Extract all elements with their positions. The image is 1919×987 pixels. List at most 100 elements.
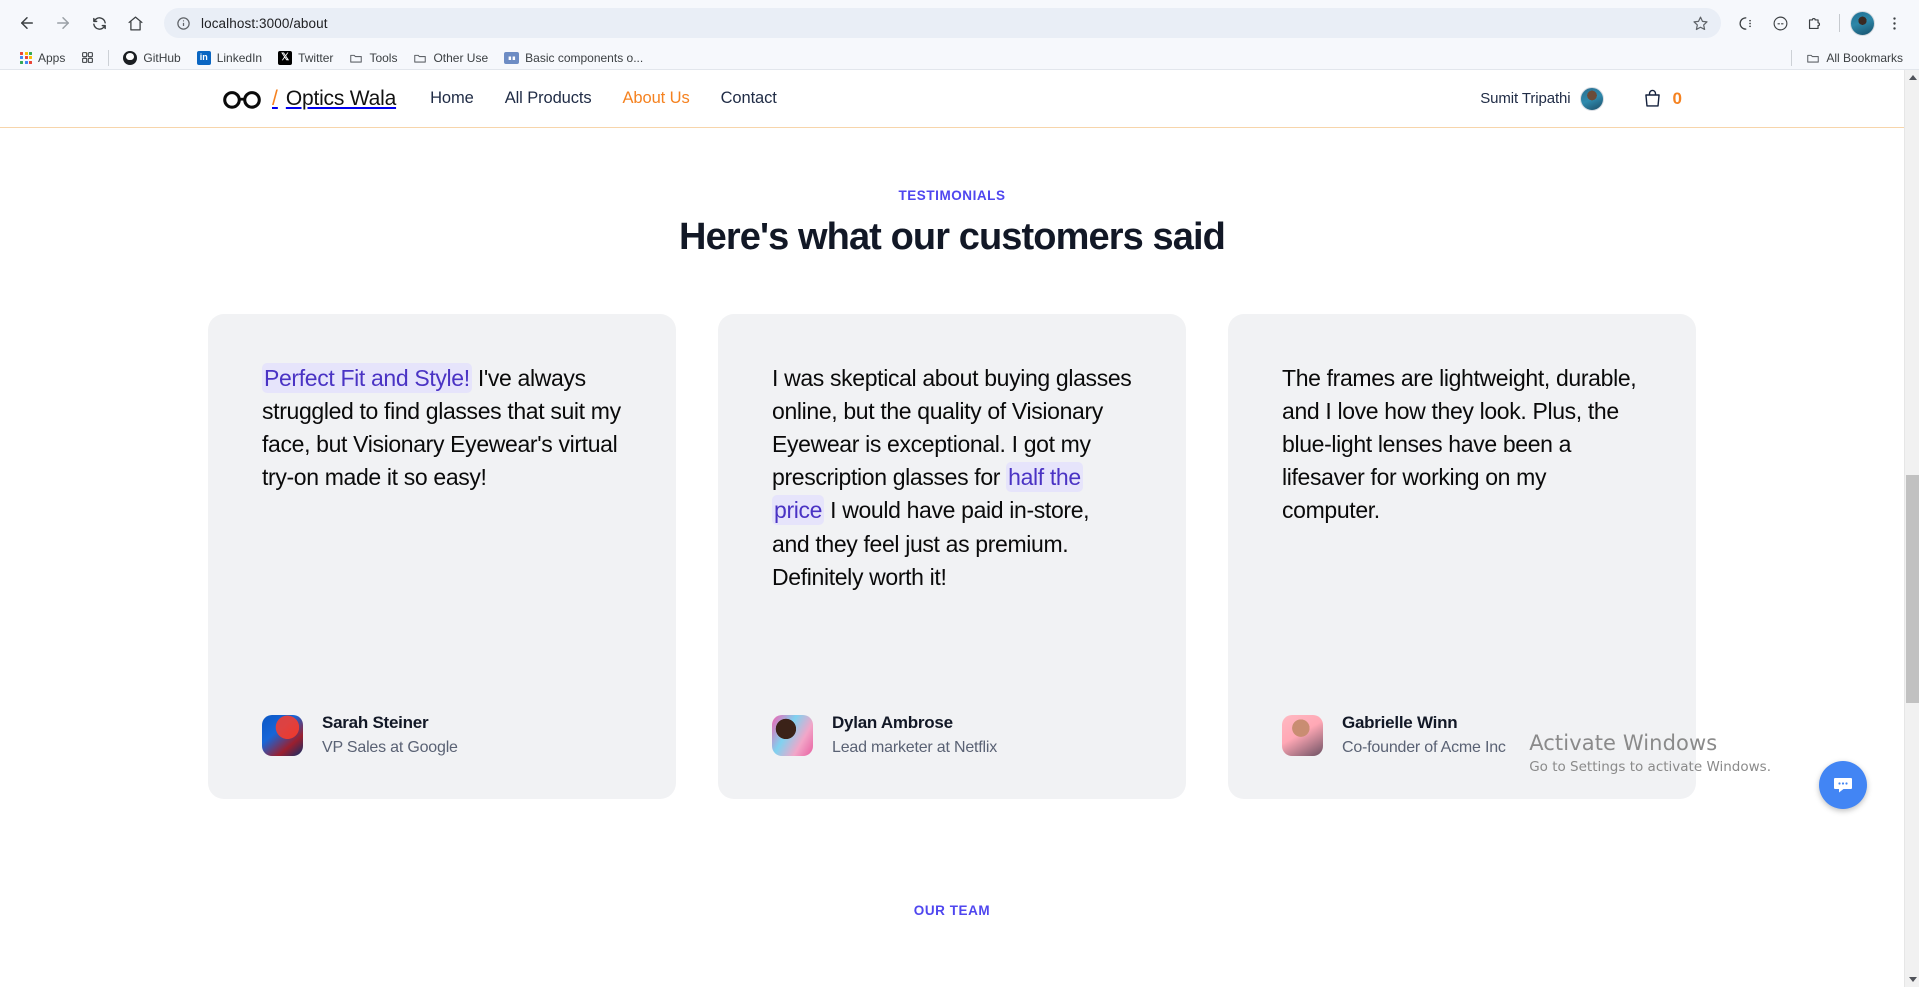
- avatar-gabrielle-winn: [1282, 714, 1323, 756]
- twitter-x-icon: 𝕏: [278, 50, 293, 65]
- bookmark-tools[interactable]: Tools: [341, 49, 405, 67]
- bookmark-label: Tools: [369, 50, 398, 65]
- author-info: Sarah Steiner VP Sales at Google: [322, 712, 458, 759]
- testimonial-author: Dylan Ambrose Lead marketer at Netflix: [772, 672, 1132, 759]
- testimonial-quote: Perfect Fit and Style! I've always strug…: [262, 362, 622, 494]
- team-eyebrow: OUR TEAM: [913, 903, 991, 918]
- author-role: Lead marketer at Netflix: [832, 738, 998, 756]
- testimonial-author: Sarah Steiner VP Sales at Google: [262, 672, 622, 759]
- brand-logo-link[interactable]: / Optics Wala: [222, 87, 396, 111]
- author-info: Dylan Ambrose Lead marketer at Netflix: [832, 712, 997, 759]
- bookmark-label: Twitter: [298, 50, 334, 65]
- quote-text: The frames are lightweight, durable, and…: [1282, 365, 1637, 524]
- chat-bubble-button[interactable]: [1819, 761, 1867, 809]
- nav-link-contact[interactable]: Contact: [721, 89, 777, 108]
- toolbar-divider: [1839, 14, 1840, 32]
- author-name: Gabrielle Winn: [1342, 712, 1458, 732]
- author-role: Co-founder of Acme Inc: [1342, 738, 1506, 756]
- avatar-sarah-steiner: [262, 714, 303, 756]
- forward-arrow-icon[interactable]: [46, 6, 80, 40]
- scroll-up-arrow-icon[interactable]: [1905, 70, 1919, 85]
- back-arrow-icon[interactable]: [10, 6, 44, 40]
- glasses-logo-icon: [222, 88, 262, 110]
- bookmark-reading-list[interactable]: [73, 49, 102, 66]
- page-viewport: / Optics Wala Home All Products About Us…: [0, 70, 1919, 987]
- nav-link-home[interactable]: Home: [430, 89, 474, 108]
- bookmark-divider: [1791, 49, 1793, 66]
- user-name: Sumit Tripathi: [1480, 90, 1571, 107]
- quote-highlight: Perfect Fit and Style!: [262, 363, 472, 393]
- cart-button[interactable]: 0: [1642, 88, 1682, 109]
- chat-bubble-icon: [1831, 773, 1855, 797]
- testimonials-section: TESTIMONIALS Here's what our customers s…: [0, 128, 1904, 799]
- bookmark-label: Other Use: [433, 50, 489, 65]
- apps-grid-icon: [20, 51, 32, 64]
- reading-list-icon: [81, 51, 94, 64]
- three-dot-menu-icon[interactable]: [1879, 8, 1909, 38]
- bookmark-twitter[interactable]: 𝕏 Twitter: [270, 49, 341, 67]
- bookmark-label: LinkedIn: [216, 50, 263, 65]
- bookmark-basic-components[interactable]: ∎∎ Basic components o...: [496, 49, 651, 67]
- bookmark-divider: [108, 49, 110, 66]
- user-avatar: [1579, 86, 1604, 111]
- testimonial-card: I was skeptical about buying glasses onl…: [718, 314, 1186, 799]
- all-bookmarks-label: All Bookmarks: [1826, 50, 1903, 65]
- all-bookmarks-group: All Bookmarks: [1785, 46, 1911, 69]
- all-bookmarks-button[interactable]: All Bookmarks: [1798, 49, 1911, 67]
- author-info: Gabrielle Winn Co-founder of Acme Inc: [1342, 712, 1506, 759]
- nav-link-all-products[interactable]: All Products: [505, 89, 592, 108]
- home-icon[interactable]: [118, 6, 152, 40]
- testimonial-card: Perfect Fit and Style! I've always strug…: [208, 314, 676, 799]
- testimonials-eyebrow: TESTIMONIALS: [898, 188, 1006, 203]
- nav-links: Home All Products About Us Contact: [430, 89, 777, 108]
- avatar-dylan-ambrose: [772, 714, 813, 756]
- star-icon[interactable]: [1692, 15, 1709, 32]
- author-name: Dylan Ambrose: [832, 712, 953, 732]
- history-clock-icon[interactable]: [1765, 8, 1795, 38]
- shopping-bag-icon: [1642, 88, 1663, 109]
- navbar-right: Sumit Tripathi 0: [1480, 86, 1682, 111]
- profile-avatar-icon[interactable]: [1850, 10, 1875, 36]
- bookmark-apps[interactable]: Apps: [12, 49, 73, 67]
- user-account-chip[interactable]: Sumit Tripathi: [1480, 86, 1604, 111]
- bookmark-favicon: ∎∎: [504, 51, 520, 64]
- reload-icon[interactable]: [82, 6, 116, 40]
- bookmark-label: GitHub: [143, 50, 181, 65]
- page-scrollbar[interactable]: [1904, 70, 1919, 987]
- folder-icon: [1806, 51, 1820, 65]
- browser-toolbar: localhost:3000/about: [0, 0, 1919, 46]
- nav-link-about-us[interactable]: About Us: [623, 89, 690, 108]
- site-navbar: / Optics Wala Home All Products About Us…: [0, 70, 1904, 128]
- linkedin-icon: in: [196, 50, 211, 65]
- testimonial-quote: I was skeptical about buying glasses onl…: [772, 362, 1132, 594]
- scrollbar-thumb[interactable]: [1906, 475, 1919, 703]
- bookmark-linkedin[interactable]: in LinkedIn: [189, 49, 270, 67]
- address-bar[interactable]: localhost:3000/about: [164, 8, 1721, 38]
- author-role: VP Sales at Google: [322, 738, 458, 756]
- cart-count: 0: [1672, 88, 1682, 108]
- page-content: / Optics Wala Home All Products About Us…: [0, 70, 1904, 987]
- info-circle-icon[interactable]: [176, 16, 191, 31]
- bookmark-other-use[interactable]: Other Use: [405, 49, 496, 67]
- testimonial-card: The frames are lightweight, durable, and…: [1228, 314, 1696, 799]
- brand-slash: /: [272, 86, 278, 110]
- bookmark-label: Basic components o...: [525, 50, 644, 65]
- brand-name: Optics Wala: [285, 86, 397, 110]
- author-name: Sarah Steiner: [322, 712, 429, 732]
- browser-window: localhost:3000/about Apps GitHub in Link…: [0, 0, 1919, 987]
- folder-icon: [413, 51, 427, 65]
- scroll-down-arrow-icon[interactable]: [1905, 972, 1919, 987]
- testimonial-quote: The frames are lightweight, durable, and…: [1282, 362, 1642, 528]
- bookmark-github[interactable]: GitHub: [115, 49, 188, 67]
- bookmarks-bar: Apps GitHub in LinkedIn 𝕏 Twitter Tools: [0, 46, 1919, 70]
- split-screen-icon[interactable]: [1731, 8, 1761, 38]
- bookmark-label: Apps: [38, 50, 66, 65]
- url-text: localhost:3000/about: [201, 15, 328, 31]
- testimonial-cards: Perfect Fit and Style! I've always strug…: [0, 314, 1904, 799]
- testimonials-title: Here's what our customers said: [679, 216, 1226, 258]
- toolbar-right-actions: [1731, 8, 1909, 38]
- folder-icon: [349, 51, 363, 65]
- extensions-puzzle-icon[interactable]: [1799, 8, 1829, 38]
- navbar-left: / Optics Wala Home All Products About Us…: [222, 87, 777, 111]
- github-icon: [123, 50, 138, 65]
